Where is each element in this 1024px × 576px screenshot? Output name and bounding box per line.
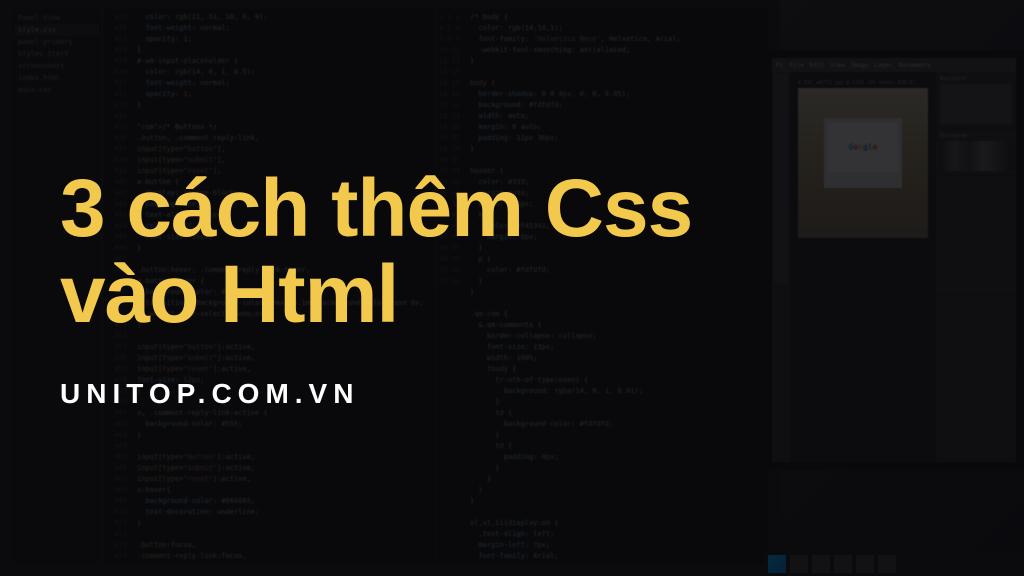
- headline-line-1: 3 cách thêm Css: [60, 166, 1024, 252]
- website-url: UNITOP.COM.VN: [60, 378, 1024, 410]
- banner-text-overlay: 3 cách thêm Css vào Html UNITOP.COM.VN: [0, 0, 1024, 576]
- promotional-banner: Panel View style.css panel-primary Style…: [0, 0, 1024, 576]
- headline-line-2: vào Html: [60, 252, 1024, 338]
- headline-text: 3 cách thêm Css vào Html: [60, 166, 1024, 338]
